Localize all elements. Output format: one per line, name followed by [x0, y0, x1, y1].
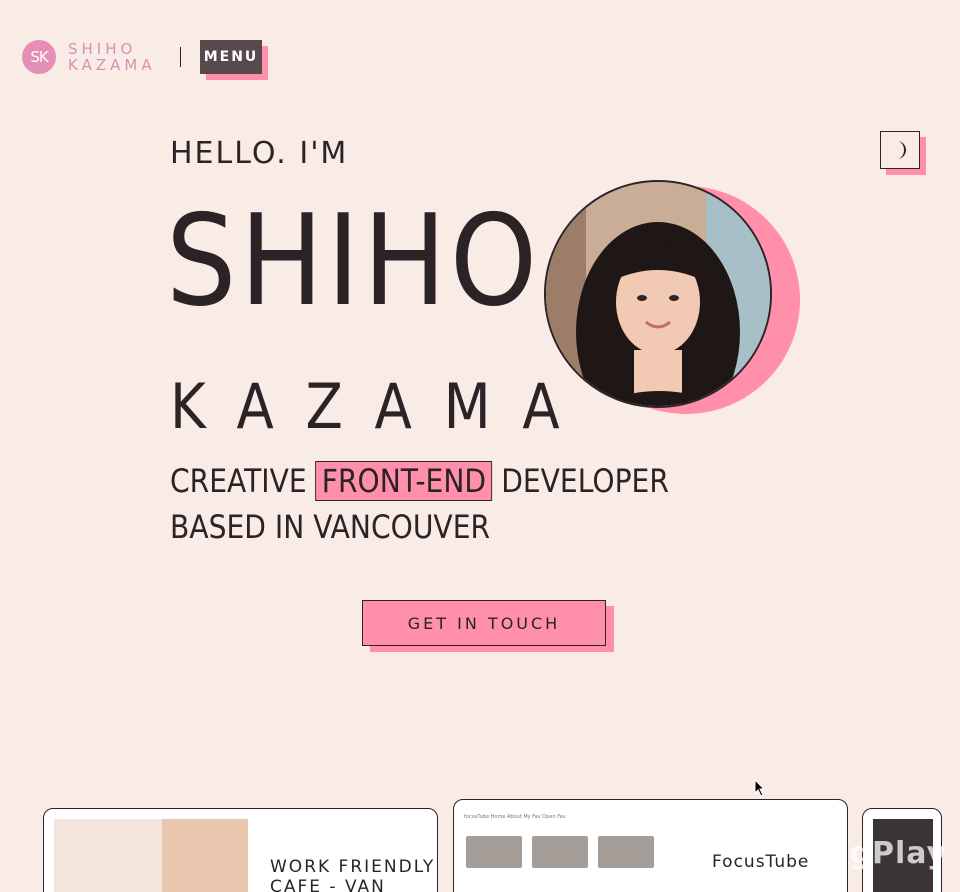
profile-photo [544, 180, 772, 408]
header-divider [180, 47, 181, 67]
logo-text: SHIHO KAZAMA [68, 41, 156, 73]
hero-tagline: CREATIVE FRONT-END DEVELOPER BASED IN VA… [170, 458, 669, 550]
hero-last-name: KAZAMA [170, 370, 592, 443]
project-thumbnail-video [598, 836, 654, 868]
project-title-line-1: WORK FRIENDLY [270, 857, 436, 877]
get-in-touch-wrapper[interactable]: GET IN TOUCH [362, 600, 614, 652]
project-title: WORK FRIENDLY CAFE - VAN [270, 857, 435, 892]
theme-toggle-button[interactable] [880, 131, 920, 169]
tagline-line-2: BASED IN VANCOUVER [170, 508, 491, 546]
menu-button[interactable]: MENU [200, 40, 262, 74]
tagline-pre: CREATIVE [170, 462, 307, 500]
project-title-line-2: CAFE - VAN [270, 877, 386, 892]
project-thumbnail-panel [162, 819, 248, 892]
watermark: imgPlay [806, 836, 948, 871]
project-card-focustube[interactable]: focusTube Home About My Fav Open Fav Foc… [453, 799, 848, 892]
project-thumbnail-video [466, 836, 522, 868]
theme-toggle-wrapper[interactable] [880, 131, 926, 175]
tagline-line-1: CREATIVE FRONT-END DEVELOPER [170, 458, 669, 504]
project-thumbnail [54, 819, 248, 892]
project-thumbnail-nav: focusTube Home About My Fav Open Fav [464, 814, 566, 820]
menu-button-wrapper[interactable]: MENU [200, 40, 268, 80]
hero-first-name: SHIHO [166, 187, 541, 334]
project-title: FocusTube [712, 852, 810, 872]
hero-greeting: HELLO. I'M [170, 136, 349, 171]
logo-line-2: KAZAMA [68, 56, 156, 74]
moon-icon [897, 141, 906, 159]
logo-line-1: SHIHO [68, 40, 137, 58]
tagline-post: DEVELOPER [501, 462, 669, 500]
get-in-touch-button[interactable]: GET IN TOUCH [362, 600, 606, 646]
site-logo[interactable]: SK SHIHO KAZAMA [22, 40, 156, 74]
mouse-cursor-icon [754, 779, 766, 797]
tagline-highlight: FRONT-END [315, 461, 493, 501]
profile-illustration [546, 182, 770, 406]
project-card-cafe[interactable]: WORK FRIENDLY CAFE - VAN [43, 808, 438, 892]
project-thumbnail-video [532, 836, 588, 868]
logo-mark: SK [22, 40, 56, 74]
